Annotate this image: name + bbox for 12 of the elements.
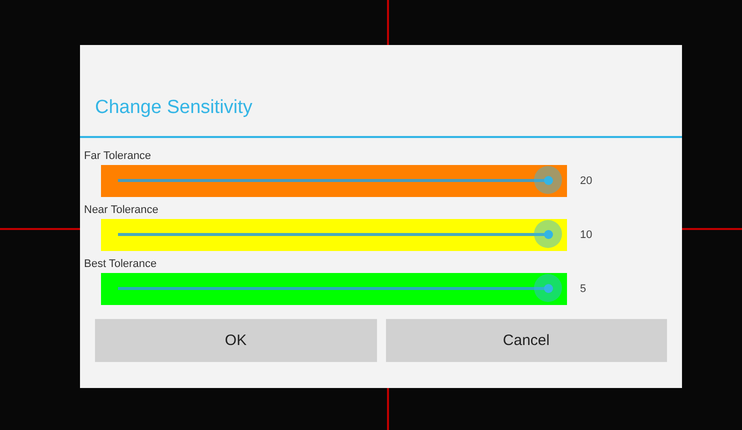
slider-label: Far Tolerance bbox=[83, 150, 152, 163]
cancel-button[interactable]: Cancel bbox=[386, 319, 667, 362]
slider-thumb[interactable] bbox=[534, 220, 562, 248]
slider-label: Best Tolerance bbox=[83, 258, 158, 271]
slider-thumb[interactable] bbox=[534, 166, 562, 194]
dialog-title: Change Sensitivity bbox=[95, 96, 252, 118]
slider-label: Near Tolerance bbox=[83, 204, 160, 217]
slider-value: 20 bbox=[580, 175, 592, 187]
ok-button[interactable]: OK bbox=[95, 319, 376, 362]
slider-thumb[interactable] bbox=[534, 274, 562, 302]
slider-value: 5 bbox=[580, 283, 586, 295]
slider-value: 10 bbox=[580, 229, 592, 241]
